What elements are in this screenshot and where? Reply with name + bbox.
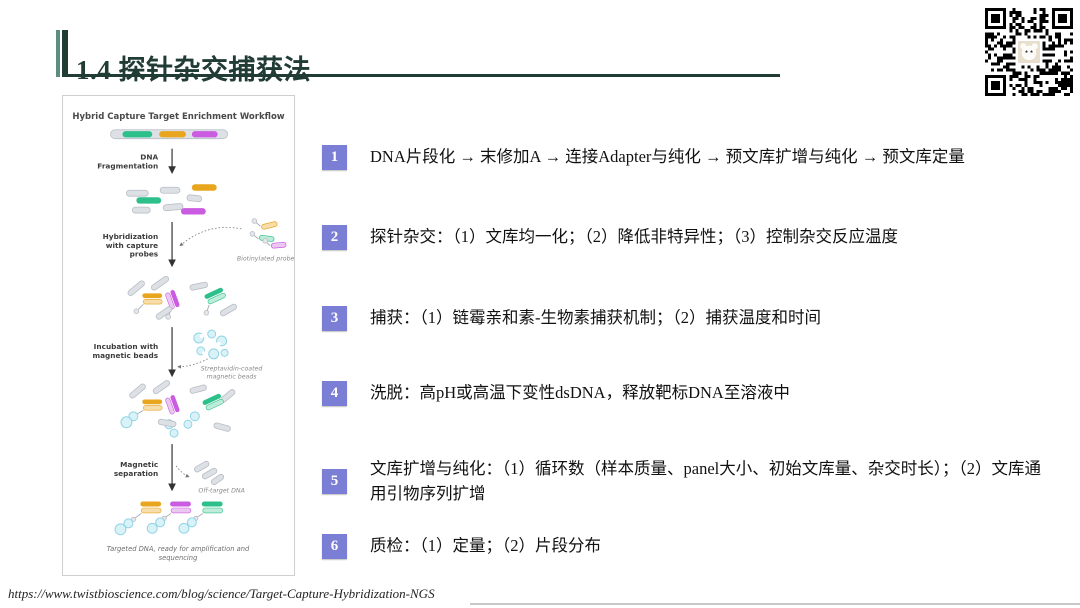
title-accent-bar-dark xyxy=(62,30,68,77)
svg-text:Streptavidin-coated: Streptavidin-coated xyxy=(201,365,263,373)
qr-code xyxy=(985,8,1073,96)
step-number-badge: 6 xyxy=(322,534,347,559)
dashed-offtarget-arrow xyxy=(176,466,189,477)
svg-text:separation: separation xyxy=(114,469,158,478)
svg-text:with capture: with capture xyxy=(106,241,158,250)
step-number-badge: 1 xyxy=(322,145,347,170)
svg-text:DNA: DNA xyxy=(140,153,158,162)
fragments-pool xyxy=(126,184,216,214)
bottom-divider xyxy=(470,603,1080,605)
slide: 1.4 探针杂交捕获法 Hybrid Capture Target Enrich… xyxy=(0,0,1080,608)
step-number-badge: 4 xyxy=(322,381,347,406)
title-underline xyxy=(66,74,780,77)
magnetic-beads-art xyxy=(194,330,228,359)
source-url[interactable]: https://www.twistbioscience.com/blog/sci… xyxy=(8,586,435,602)
step-text: 质检：（1）定量；（2）片段分布 xyxy=(370,534,1046,559)
step-number-badge: 2 xyxy=(322,225,347,250)
off-target-fragments xyxy=(193,460,224,485)
step-number-badge: 3 xyxy=(322,306,347,331)
step-text: 洗脱：高pH或高温下变性dsDNA，释放靶标DNA至溶液中 xyxy=(370,381,1046,406)
step-text: 捕获：（1）链霉亲和素-生物素捕获机制；（2）捕获温度和时间 xyxy=(370,306,1046,331)
step-item-3: 3 捕获：（1）链霉亲和素-生物素捕获机制；（2）捕获温度和时间 xyxy=(322,306,1046,331)
label-dna-fragmentation: DNA Fragmentation xyxy=(97,153,158,171)
step-item-5: 5 文库扩增与纯化：（1）循环数（样本质量、panel大小、初始文库量、杂交时长… xyxy=(322,457,1046,507)
svg-text:Magnetic: Magnetic xyxy=(120,460,158,469)
bead-bound-fragments xyxy=(121,379,236,437)
step-text: 探针杂交：（1）文库均一化；（2）降低非特异性；（3）控制杂交反应温度 xyxy=(370,225,1046,250)
diagram-title: Hybrid Capture Target Enrichment Workflo… xyxy=(72,112,284,122)
label-streptavidin: Streptavidin-coated magnetic beads xyxy=(201,365,263,381)
diagram-caption: Targeted DNA, ready for amplification an… xyxy=(107,545,250,562)
svg-text:magnetic beads: magnetic beads xyxy=(92,351,158,360)
svg-text:Targeted DNA, ready for amplif: Targeted DNA, ready for amplification an… xyxy=(107,545,250,553)
page-title: 1.4 探针杂交捕获法 xyxy=(76,48,311,92)
workflow-diagram: Hybrid Capture Target Enrichment Workflo… xyxy=(62,95,295,576)
step-number-badge: 5 xyxy=(322,469,347,494)
dashed-probes-arrow xyxy=(180,227,241,245)
genomic-dna-strand xyxy=(111,130,228,139)
step-item-2: 2 探针杂交：（1）文库均一化；（2）降低非特异性；（3）控制杂交反应温度 xyxy=(322,225,1046,250)
label-separation: Magnetic separation xyxy=(114,460,158,478)
biotinylated-probes-art xyxy=(250,219,286,249)
svg-text:Hybridization: Hybridization xyxy=(103,232,159,241)
label-hybridization: Hybridization with capture probes xyxy=(103,232,159,259)
label-incubation: Incubation with magnetic beads xyxy=(92,342,158,360)
step-item-1: 1 DNA片段化 → 末修加A → 连接Adapter与纯化 → 预文库扩增与纯… xyxy=(322,145,1046,170)
label-off-target: Off-target DNA xyxy=(198,487,244,495)
svg-text:probes: probes xyxy=(130,250,159,259)
svg-text:magnetic beads: magnetic beads xyxy=(207,373,258,381)
svg-text:sequencing: sequencing xyxy=(159,554,198,562)
hybridized-fragments xyxy=(127,275,238,320)
step-item-4: 4 洗脱：高pH或高温下变性dsDNA，释放靶标DNA至溶液中 xyxy=(322,381,1046,406)
step-text: 文库扩增与纯化：（1）循环数（样本质量、panel大小、初始文库量、杂交时长）；… xyxy=(370,457,1046,507)
step-item-6: 6 质检：（1）定量；（2）片段分布 xyxy=(322,534,1046,559)
label-biotinylated-probes: Biotinylated probes xyxy=(237,255,294,263)
svg-text:Fragmentation: Fragmentation xyxy=(97,161,158,170)
targeted-dna-final xyxy=(115,502,223,535)
title-accent-bar-light xyxy=(56,30,60,77)
svg-text:Incubation with: Incubation with xyxy=(94,342,159,351)
step-text: DNA片段化 → 末修加A → 连接Adapter与纯化 → 预文库扩增与纯化 … xyxy=(370,145,1046,170)
